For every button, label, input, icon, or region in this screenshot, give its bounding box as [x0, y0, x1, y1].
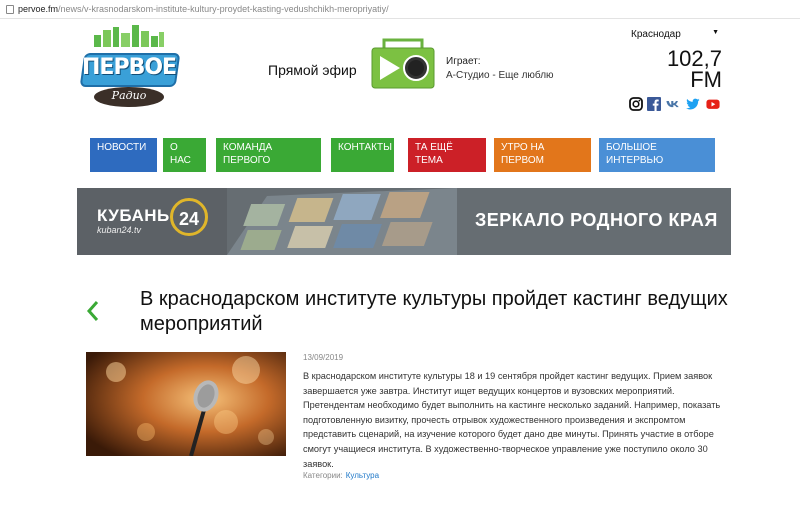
chevron-left-icon[interactable]	[86, 300, 100, 322]
now-playing: Играет: А-Студио - Еще люблю	[446, 55, 554, 83]
nav-item-team[interactable]: КОМАНДА ПЕРВОГО	[216, 138, 321, 172]
kuban24-banner[interactable]: КУБАНЬ kuban24.tv 24 ЗЕРКАЛО РОДНОГО КРА…	[77, 188, 731, 255]
article-title: В краснодарском институте культуры пройд…	[140, 288, 728, 335]
nav-item-label: КОМАНДА ПЕРВОГО	[223, 142, 273, 166]
logo-brand: ПЕРВОЕ	[82, 55, 177, 80]
twitter-icon[interactable]	[686, 97, 700, 111]
site-logo[interactable]: ПЕРВОЕ Радио	[79, 25, 181, 111]
facebook-icon[interactable]	[647, 97, 661, 111]
banner-number: 24	[170, 198, 208, 236]
banner-photos	[227, 188, 457, 255]
nav-item-interview[interactable]: БОЛЬШОЕ ИНТЕРВЬЮ	[599, 138, 715, 172]
frequency-unit: FM	[690, 67, 722, 92]
frequency-value: 102,7	[666, 46, 722, 71]
url-path: /news/v-krasnodarskom-institute-kultury-…	[58, 4, 389, 14]
youtube-icon[interactable]	[706, 97, 720, 111]
nav-item-topic[interactable]: ТА ЕЩЁ ТЕМА	[408, 138, 486, 172]
nav-item-morning[interactable]: УТРО НА ПЕРВОМ	[494, 138, 591, 172]
nav-item-label: О НАС	[170, 142, 191, 166]
nav-item-news[interactable]: НОВОСТИ	[90, 138, 157, 172]
article-image	[86, 352, 286, 456]
nav-item-label: ТА ЕЩЁ ТЕМА	[415, 142, 453, 166]
city-select[interactable]: Краснодар ▼	[631, 29, 719, 40]
nav-item-label: КОНТАКТЫ	[338, 142, 392, 153]
banner-brand: КУБАНЬ	[97, 206, 170, 225]
city-skyline-icon	[94, 25, 164, 47]
dropdown-caret-icon: ▼	[712, 29, 719, 36]
instagram-icon[interactable]	[629, 97, 643, 111]
nav-item-label: БОЛЬШОЕ ИНТЕРВЬЮ	[606, 142, 664, 166]
url-text: pervoe.fm/news/v-krasnodarskom-institute…	[18, 0, 389, 18]
now-playing-label: Играет:	[446, 56, 481, 67]
vk-icon[interactable]	[666, 97, 680, 111]
category-link[interactable]: Культура	[346, 471, 379, 480]
radio-play-icon[interactable]	[370, 38, 436, 90]
frequency: 102,7 FM	[640, 46, 722, 92]
banner-site: kuban24.tv	[97, 225, 142, 235]
nav-item-label: УТРО НА ПЕРВОМ	[501, 142, 545, 166]
article-categories: Категории: Культура	[303, 471, 379, 480]
lock-icon	[6, 5, 14, 14]
address-bar[interactable]: pervoe.fm/news/v-krasnodarskom-institute…	[0, 0, 800, 19]
city-select-value: Краснодар	[631, 29, 681, 40]
banner-slogan: ЗЕРКАЛО РОДНОГО КРАЯ	[475, 210, 718, 230]
article-date: 13/09/2019	[303, 353, 344, 362]
logo-sub: Радио	[111, 89, 147, 102]
nav-item-about[interactable]: О НАС	[163, 138, 206, 172]
live-label: Прямой эфир	[268, 62, 357, 78]
now-playing-track: А-Студио - Еще люблю	[446, 70, 554, 81]
nav-item-label: НОВОСТИ	[97, 142, 147, 153]
article-body: В краснодарском институте культуры 18 и …	[303, 371, 721, 469]
url-host: pervoe.fm	[18, 4, 59, 14]
categories-label: Категории:	[303, 471, 343, 480]
nav-item-contacts[interactable]: КОНТАКТЫ	[331, 138, 394, 172]
